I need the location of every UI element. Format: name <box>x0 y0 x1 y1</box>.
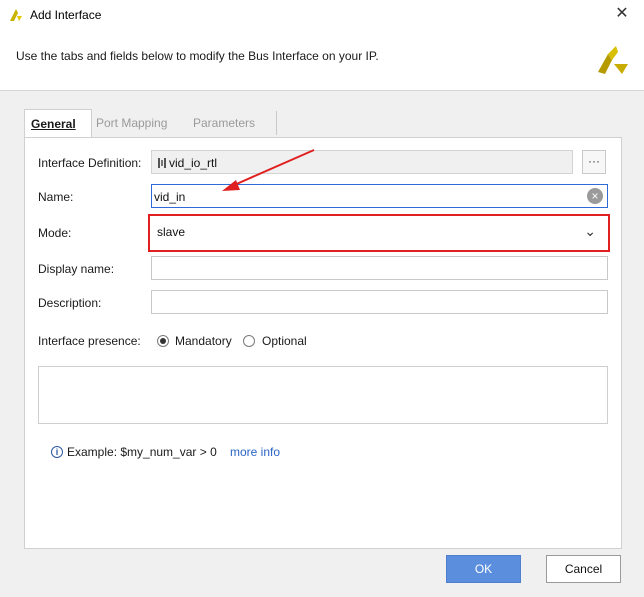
mode-select[interactable]: slave ⌄ <box>151 220 606 244</box>
name-input[interactable]: vid_in × <box>151 184 608 208</box>
description-input[interactable] <box>151 290 608 314</box>
title-bar: Add Interface ✕ <box>0 0 644 30</box>
clear-icon[interactable]: × <box>587 188 603 204</box>
mandatory-radio[interactable] <box>157 335 169 347</box>
interface-definition-value: vid_io_rtl <box>169 156 218 170</box>
name-value: vid_in <box>154 190 186 204</box>
tab-divider <box>276 111 277 135</box>
display-name-input[interactable] <box>151 256 608 280</box>
example-text: Example: $my_num_var > 0 <box>67 445 217 459</box>
optional-radio[interactable] <box>243 335 255 347</box>
window-title: Add Interface <box>30 8 102 22</box>
info-icon: i <box>51 446 63 458</box>
browse-button[interactable]: ··· <box>582 150 606 174</box>
tab-parameters-label: Parameters <box>193 116 256 130</box>
chevron-down-icon: ⌄ <box>584 223 596 239</box>
optional-label[interactable]: Optional <box>262 334 307 348</box>
interface-presence-label: Interface presence: <box>38 334 141 348</box>
tab-parameters[interactable]: Parameters <box>187 109 261 137</box>
tab-port-mapping[interactable]: Port Mapping <box>90 109 173 137</box>
cancel-button[interactable]: Cancel <box>546 555 621 583</box>
message-area <box>38 366 608 424</box>
bus-interface-icon <box>158 158 166 168</box>
mode-label: Mode: <box>38 226 72 240</box>
close-icon[interactable]: ✕ <box>612 4 632 24</box>
header-description: Use the tabs and fields below to modify … <box>16 49 379 63</box>
display-name-label: Display name: <box>38 262 115 276</box>
tab-strip: General Port Mapping Parameters <box>24 109 606 138</box>
app-logo-icon <box>10 9 22 21</box>
dialog-header: Use the tabs and fields below to modify … <box>0 30 644 91</box>
tab-port-mapping-label: Port Mapping <box>96 116 168 130</box>
xilinx-logo-icon <box>598 46 628 74</box>
description-label: Description: <box>38 296 102 310</box>
mode-value: slave <box>157 225 186 239</box>
interface-definition-field: vid_io_rtl <box>151 150 573 174</box>
tab-general-label: General <box>31 117 76 131</box>
tab-general[interactable]: General <box>24 109 92 138</box>
ok-button[interactable]: OK <box>446 555 521 583</box>
name-label: Name: <box>38 190 74 204</box>
mandatory-label[interactable]: Mandatory <box>175 334 232 348</box>
more-info-link[interactable]: more info <box>230 445 280 459</box>
interface-definition-label: Interface Definition: <box>38 156 142 170</box>
